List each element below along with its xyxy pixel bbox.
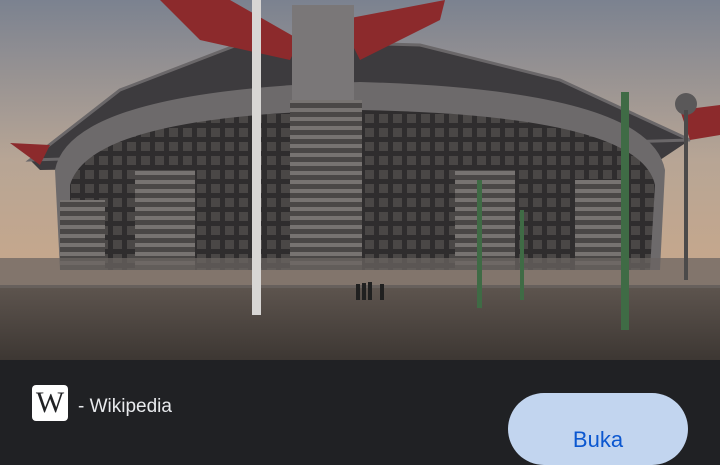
stadium-photo[interactable] bbox=[0, 0, 720, 360]
open-button[interactable]: Buka bbox=[508, 393, 688, 465]
source-name[interactable]: - Wikipedia bbox=[78, 396, 172, 418]
image-info-bar: W - Wikipedia Buka bbox=[0, 360, 720, 465]
stadium-image bbox=[0, 0, 720, 360]
wikipedia-logo-icon: W bbox=[32, 385, 68, 421]
